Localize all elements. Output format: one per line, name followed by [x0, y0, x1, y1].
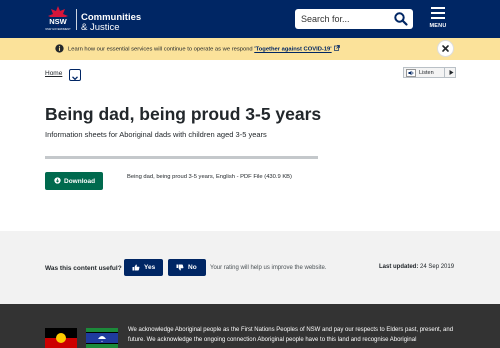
listen-label: Listen [419, 69, 434, 76]
site-header: NSW NSW GOVERNMENT Communities & Justice… [0, 0, 500, 38]
breadcrumb-expand-button[interactable] [69, 69, 81, 81]
search-input[interactable] [295, 9, 391, 29]
divider [45, 156, 318, 159]
page-intro: Information sheets for Aboriginal dads w… [45, 130, 267, 139]
covid-link[interactable]: 'Together against COVID-19' [254, 47, 331, 53]
last-updated-date: 24 Sep 2019 [420, 264, 455, 270]
svg-text:NSW: NSW [49, 17, 67, 26]
last-updated-label: Last updated: [379, 264, 419, 270]
yes-button[interactable]: Yes [124, 259, 163, 276]
info-icon [55, 44, 64, 53]
chevron-down-icon [72, 76, 78, 81]
brand-line-2: & Justice [81, 21, 120, 33]
menu-button[interactable]: MENU [425, 5, 451, 33]
yes-label: Yes [144, 264, 156, 271]
feedback-section: Was this content useful? Yes No Your rat… [0, 231, 500, 304]
download-label: Download [64, 177, 96, 185]
breadcrumb-home[interactable]: Home [45, 70, 62, 77]
alert-close-button[interactable] [437, 40, 454, 57]
search-icon[interactable] [393, 11, 409, 27]
feedback-question: Was this content useful? [45, 265, 122, 272]
thumbs-up-icon [132, 264, 140, 271]
site-footer: We acknowledge Aboriginal people as the … [0, 304, 500, 348]
aboriginal-flag-icon [45, 328, 77, 348]
external-link-icon [334, 45, 341, 51]
last-updated: Last updated: 24 Sep 2019 [379, 264, 454, 270]
thumbs-down-icon [176, 264, 184, 271]
hamburger-icon [431, 7, 445, 22]
alert-message: Learn how our essential services will co… [68, 45, 341, 53]
nsw-government-logo[interactable]: NSW NSW GOVERNMENT [45, 5, 71, 33]
listen-widget[interactable]: Listen [403, 67, 456, 78]
file-description: Being dad, being proud 3-5 years, Englis… [127, 174, 292, 180]
feedback-help-text: Your rating will help us improve the web… [210, 265, 327, 271]
agency-name[interactable]: Communities & Justice [81, 13, 141, 32]
torres-strait-islander-flag-icon [86, 328, 118, 348]
logo-divider [76, 9, 77, 30]
play-icon [449, 70, 454, 75]
listen-play-button[interactable] [444, 67, 456, 78]
search-box [295, 9, 413, 29]
no-button[interactable]: No [168, 259, 206, 276]
logo-text: NSW GOVERNMENT [45, 27, 71, 31]
close-icon [442, 45, 449, 52]
speaker-icon [406, 69, 416, 77]
covid-alert-banner: Learn how our essential services will co… [0, 38, 500, 60]
alert-text: Learn how our essential services will co… [68, 46, 253, 53]
page-title: Being dad, being proud 3-5 years [45, 104, 322, 124]
download-icon [54, 177, 61, 184]
acknowledgement-of-country: We acknowledge Aboriginal people as the … [128, 327, 454, 343]
no-label: No [188, 264, 197, 271]
download-button[interactable]: Download [45, 172, 103, 190]
menu-label: MENU [429, 23, 447, 29]
